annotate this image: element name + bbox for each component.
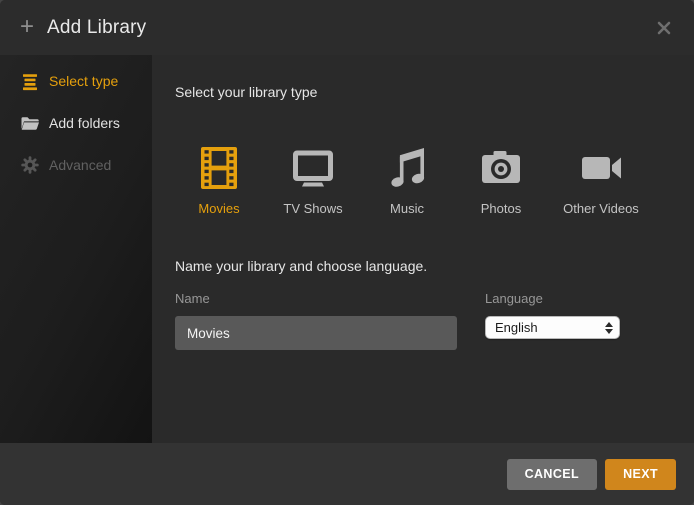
sidebar-item-add-folders[interactable]: Add folders [0,102,152,144]
music-notes-icon [385,146,429,190]
dialog-header: + Add Library [0,0,694,55]
type-option-photos[interactable]: Photos [457,146,545,216]
folder-icon [20,113,40,133]
sidebar: Select type Add folders [0,55,152,443]
sidebar-item-select-type[interactable]: Select type [0,60,152,102]
type-option-label: Other Videos [551,201,651,216]
name-field-group: Name [175,291,457,350]
library-type-heading: Select your library type [175,84,670,101]
language-select[interactable]: English [485,316,620,339]
type-option-label: Movies [175,201,263,216]
sidebar-item-label: Add folders [49,115,120,131]
language-field-group: Language English [485,291,620,350]
gear-icon [20,155,40,175]
name-language-heading: Name your library and choose language. [175,258,670,274]
select-stepper-icon [605,322,613,334]
cancel-button[interactable]: CANCEL [507,459,597,490]
type-option-label: TV Shows [269,201,357,216]
library-name-input[interactable] [175,316,457,350]
dialog-title: Add Library [47,17,146,39]
main-panel: Select your library type [152,55,694,443]
add-library-dialog: + Add Library Select type [0,0,694,505]
sidebar-item-label: Select type [49,73,118,89]
next-button[interactable]: NEXT [605,459,676,490]
library-type-row: Movies TV Shows [175,146,670,216]
film-strip-icon [197,146,241,190]
dialog-footer: CANCEL NEXT [0,443,694,505]
type-option-label: Photos [457,201,545,216]
type-option-label: Music [363,201,451,216]
sidebar-item-advanced[interactable]: Advanced [0,144,152,186]
name-field-label: Name [175,291,457,306]
type-option-other-videos[interactable]: Other Videos [551,146,651,216]
plus-icon: + [20,15,34,39]
sidebar-item-label: Advanced [49,157,111,173]
dialog-body: Select type Add folders [0,55,694,443]
type-option-tv-shows[interactable]: TV Shows [269,146,357,216]
fields-row: Name Language English [175,291,670,350]
type-option-music[interactable]: Music [363,146,451,216]
type-option-movies[interactable]: Movies [175,146,263,216]
close-icon[interactable] [654,18,674,38]
tv-icon [291,146,335,190]
video-camera-icon [579,146,623,190]
language-field-label: Language [485,291,620,306]
list-lines-icon [20,71,40,91]
camera-icon [479,146,523,190]
language-select-value: English [495,320,605,335]
